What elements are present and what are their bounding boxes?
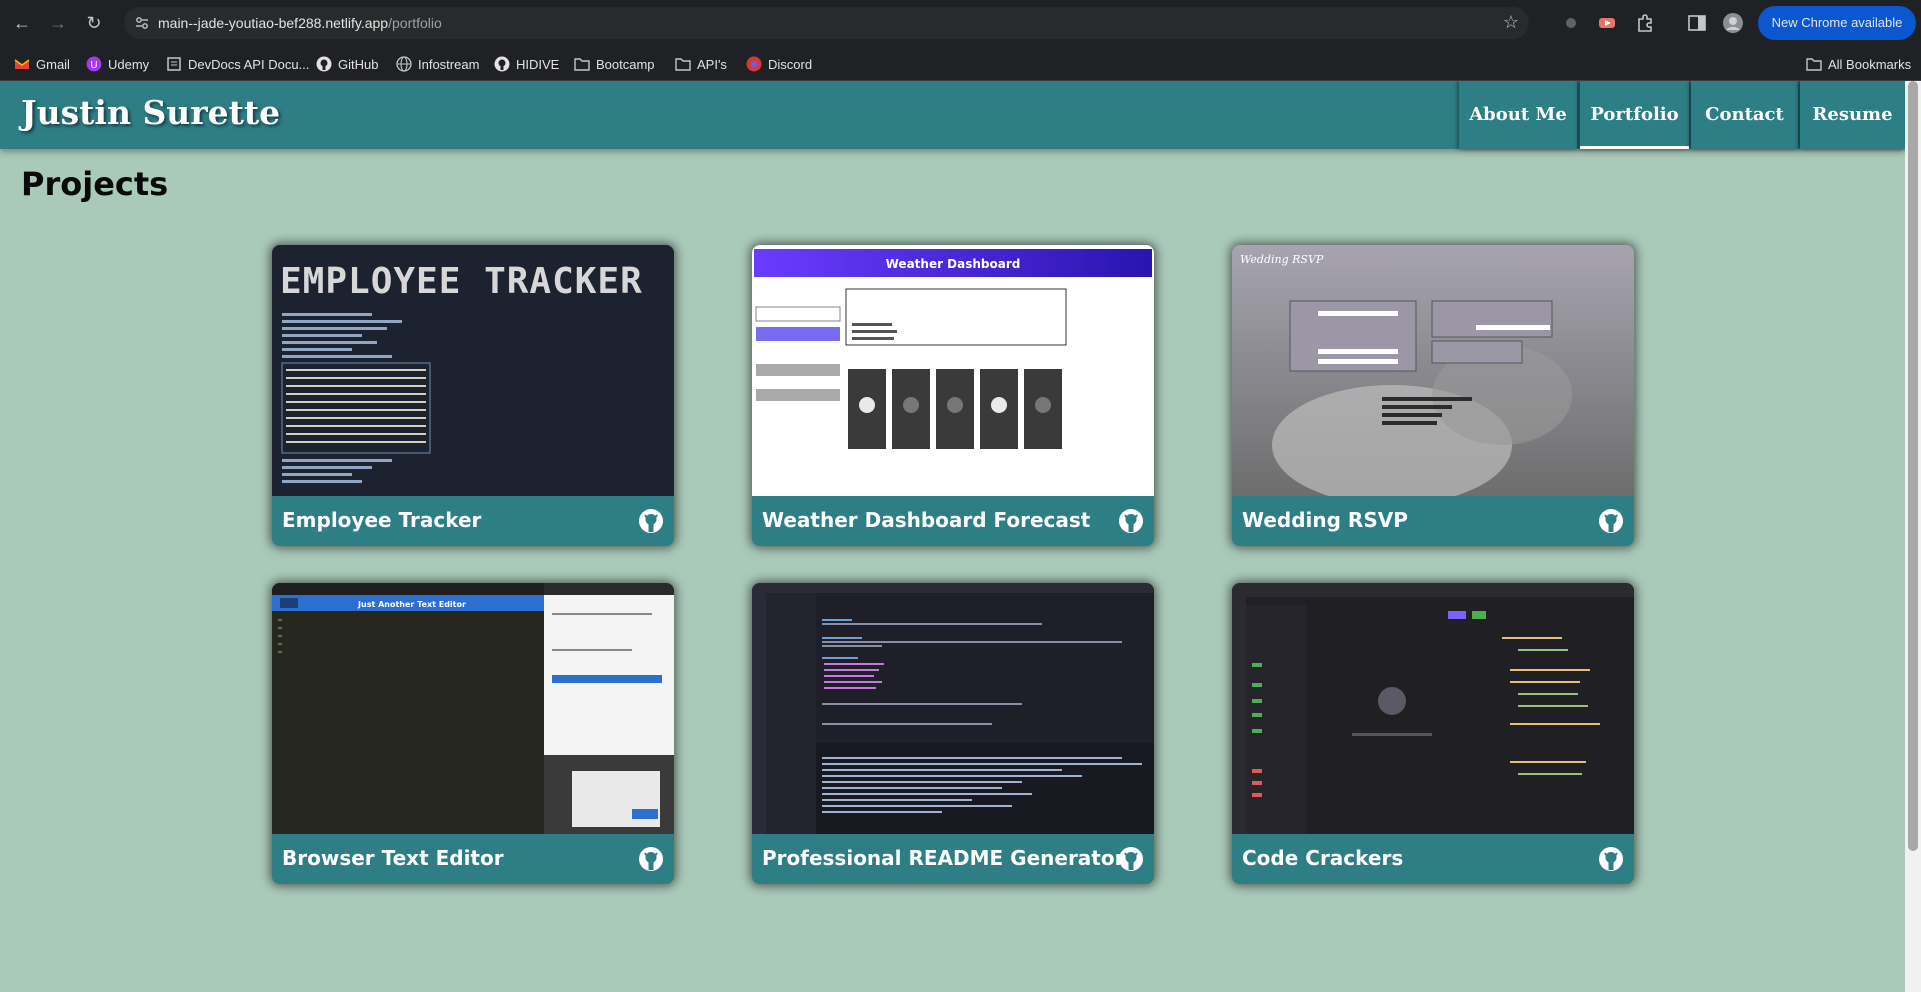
github-icon <box>316 56 332 72</box>
bookmark-discord[interactable]: Discord <box>746 55 812 73</box>
url-text: main--jade-youtiao-bef288.netlify.app/po… <box>158 15 442 31</box>
bookmark-label: Gmail <box>36 56 70 72</box>
project-title[interactable]: Wedding RSVP <box>1242 508 1408 532</box>
project-title[interactable]: Browser Text Editor <box>282 846 504 870</box>
bookmark-udemy[interactable]: U Udemy <box>86 55 149 73</box>
svg-text:U: U <box>90 60 97 71</box>
github-icon[interactable] <box>1598 508 1624 534</box>
recorder-extension-icon[interactable] <box>1596 12 1618 34</box>
udemy-icon: U <box>86 56 102 72</box>
project-screenshot[interactable] <box>752 583 1154 834</box>
bookmark-label: Discord <box>768 56 813 72</box>
bookmark-hidive[interactable]: HIDIVE <box>494 55 559 73</box>
project-card-footer: Code Crackers <box>1232 834 1634 884</box>
nav-resume[interactable]: Resume <box>1800 81 1905 149</box>
github-icon[interactable] <box>1118 508 1144 534</box>
project-screenshot[interactable]: Weather Dashboard <box>752 245 1154 496</box>
thumb-heading: Just Another Text Editor <box>357 600 466 609</box>
folder-icon <box>574 58 590 71</box>
bookmark-bootcamp[interactable]: Bootcamp <box>574 55 655 73</box>
project-card-footer: Weather Dashboard Forecast <box>752 496 1154 546</box>
project-card-readme-generator[interactable]: Professional README Generator <box>752 583 1154 884</box>
project-card-wedding-rsvp[interactable]: Wedding RSVP Wedding RSVP <box>1232 245 1634 546</box>
project-card-footer: Browser Text Editor <box>272 834 674 884</box>
project-card-weather-dashboard[interactable]: Weather Dashboard Weather Dashboard Fore… <box>752 245 1154 546</box>
forward-icon[interactable]: → <box>46 11 70 35</box>
all-bookmarks-button[interactable]: All Bookmarks <box>1806 55 1911 73</box>
new-chrome-available-button[interactable]: New Chrome available <box>1758 6 1916 40</box>
bookmark-devdocs[interactable]: DevDocs API Docu... <box>166 55 309 73</box>
nav-about-me[interactable]: About Me <box>1459 81 1577 149</box>
project-card-footer: Wedding RSVP <box>1232 496 1634 546</box>
bookmarks-bar: Gmail U Udemy DevDocs API Docu... GitHub… <box>0 46 1921 81</box>
project-screenshot[interactable]: Wedding RSVP <box>1232 245 1634 496</box>
thumb-heading: Wedding RSVP <box>1240 253 1324 266</box>
bookmark-apis[interactable]: API's <box>675 55 727 73</box>
project-card-footer: Professional README Generator <box>752 834 1154 884</box>
bookmark-label: GitHub <box>338 56 379 72</box>
all-bookmarks-label: All Bookmarks <box>1828 56 1912 72</box>
extensions-puzzle-icon[interactable] <box>1634 12 1656 34</box>
nav-contact[interactable]: Contact <box>1691 81 1798 149</box>
thumb-heading: EMPLOYEE TRACKER <box>280 261 643 302</box>
scrollbar-thumb[interactable] <box>1908 81 1918 851</box>
address-bar[interactable]: main--jade-youtiao-bef288.netlify.app/po… <box>124 7 1529 39</box>
project-screenshot[interactable] <box>1232 583 1634 834</box>
project-card-browser-text-editor[interactable]: Just Another Text Editor Browser Text Ed… <box>272 583 674 884</box>
nav-portfolio[interactable]: Portfolio <box>1580 81 1689 149</box>
back-icon[interactable]: ← <box>10 11 34 35</box>
github-icon <box>494 56 510 72</box>
bookmark-label: Udemy <box>108 56 150 72</box>
site-header: Justin Surette About Me Portfolio Contac… <box>0 81 1905 149</box>
project-card-employee-tracker[interactable]: EMPLOYEE TRACKER Employee Tracker <box>272 245 674 546</box>
profile-avatar[interactable] <box>1722 12 1744 34</box>
bookmark-label: HIDIVE <box>516 56 560 72</box>
github-icon[interactable] <box>1598 846 1624 872</box>
site-info-icon[interactable] <box>134 15 150 31</box>
bookmark-label: Bootcamp <box>596 56 655 72</box>
bookmark-label: Infostream <box>418 56 480 72</box>
project-screenshot[interactable]: EMPLOYEE TRACKER <box>272 245 674 496</box>
bookmark-infostream[interactable]: Infostream <box>396 55 479 73</box>
devdocs-icon <box>167 57 181 71</box>
project-title[interactable]: Professional README Generator <box>762 846 1124 870</box>
gmail-icon <box>14 59 30 69</box>
page-scrollbar[interactable] <box>1905 81 1921 992</box>
bookmark-star-icon[interactable]: ☆ <box>1503 12 1519 33</box>
globe-icon <box>396 56 412 72</box>
thumb-heading: Weather Dashboard <box>886 257 1021 271</box>
discord-icon <box>746 56 762 72</box>
site-brand[interactable]: Justin Surette <box>21 93 280 132</box>
page-title: Projects <box>21 165 169 203</box>
reload-icon[interactable]: ↻ <box>82 11 106 35</box>
folder-icon <box>675 58 691 71</box>
project-title[interactable]: Code Crackers <box>1242 846 1403 870</box>
extension-icon[interactable] <box>1560 12 1582 34</box>
bookmark-gmail[interactable]: Gmail <box>14 55 70 73</box>
project-card-code-crackers[interactable]: Code Crackers <box>1232 583 1634 884</box>
project-card-footer: Employee Tracker <box>272 496 674 546</box>
github-icon[interactable] <box>638 846 664 872</box>
bookmark-label: DevDocs API Docu... <box>188 56 310 72</box>
portfolio-page: Justin Surette About Me Portfolio Contac… <box>0 81 1905 992</box>
github-icon[interactable] <box>1118 846 1144 872</box>
browser-toolbar: ← → ↻ main--jade-youtiao-bef288.netlify.… <box>0 0 1921 46</box>
folder-icon <box>1806 58 1822 71</box>
bookmark-github[interactable]: GitHub <box>316 55 378 73</box>
project-title[interactable]: Employee Tracker <box>282 508 481 532</box>
github-icon[interactable] <box>638 508 664 534</box>
project-screenshot[interactable]: Just Another Text Editor <box>272 583 674 834</box>
side-panel-icon[interactable] <box>1686 12 1708 34</box>
bookmark-label: API's <box>697 56 727 72</box>
project-title[interactable]: Weather Dashboard Forecast <box>762 508 1090 532</box>
